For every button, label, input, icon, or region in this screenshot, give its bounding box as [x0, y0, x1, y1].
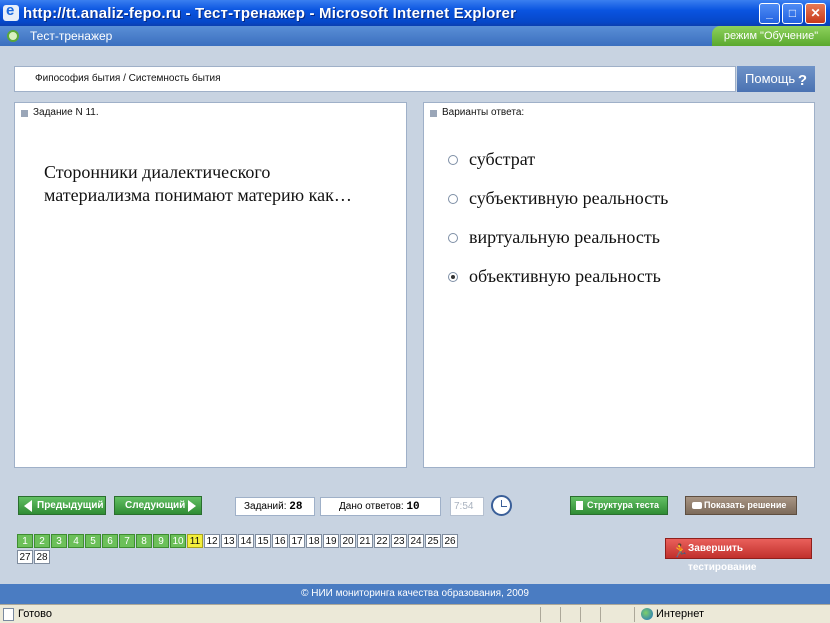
- zone-text: Интернет: [656, 608, 704, 620]
- tasks-counter-value: 28: [289, 501, 303, 513]
- status-separator: [540, 607, 541, 622]
- radio-button[interactable]: [448, 154, 458, 165]
- book-icon: [692, 502, 702, 509]
- question-number-25[interactable]: 25: [425, 534, 441, 548]
- question-number-22[interactable]: 22: [374, 534, 390, 548]
- runner-icon: 🏃: [672, 543, 689, 558]
- arrow-left-icon: [24, 500, 32, 512]
- window-title: http://tt.analiz-fepo.ru - Тест-тренажер…: [23, 4, 517, 22]
- question-number-17[interactable]: 17: [289, 534, 305, 548]
- task-heading-text: Задание N 11.: [33, 107, 99, 118]
- question-number-3[interactable]: 3: [51, 534, 67, 548]
- page-icon: [3, 608, 14, 621]
- status-bar: Готово Интернет: [0, 604, 830, 623]
- answers-panel: Варианты ответа: субстрат субъективную р…: [423, 102, 815, 468]
- ie-icon: [3, 2, 19, 21]
- clock-icon: [491, 495, 512, 516]
- answer-label: субъективную реальность: [469, 188, 669, 208]
- question-text: Сторонники диалектического материализма …: [44, 162, 352, 205]
- finish-test-button[interactable]: 🏃 Завершить тестирование: [665, 538, 812, 573]
- previous-label: Предыдущий: [37, 500, 104, 511]
- question-number-12[interactable]: 12: [204, 534, 220, 548]
- question-number-27[interactable]: 27: [17, 550, 33, 564]
- next-button[interactable]: Следующий: [114, 496, 202, 515]
- answered-counter-label: Дано ответов:: [339, 501, 404, 512]
- answer-option-3[interactable]: виртуальную реальность: [448, 227, 660, 248]
- answered-counter: Дано ответов: 10: [320, 497, 441, 516]
- question-number-6[interactable]: 6: [102, 534, 118, 548]
- document-icon: [576, 501, 583, 510]
- square-bullet-icon: [430, 110, 437, 117]
- tasks-counter-label: Заданий:: [244, 501, 287, 512]
- close-button[interactable]: ✕: [805, 3, 826, 24]
- task-heading: Задание N 11.: [15, 103, 406, 123]
- finish-test-label: Завершить тестирование: [688, 543, 757, 573]
- question-number-15[interactable]: 15: [255, 534, 271, 548]
- question-number-23[interactable]: 23: [391, 534, 407, 548]
- previous-button[interactable]: Предыдущий: [18, 496, 106, 515]
- answered-counter-value: 10: [406, 501, 420, 513]
- minimize-button[interactable]: _: [759, 3, 780, 24]
- question-number-11[interactable]: 11: [187, 534, 203, 548]
- question-mark-icon: ?: [797, 72, 807, 89]
- question-number-7[interactable]: 7: [119, 534, 135, 548]
- next-label: Следующий: [125, 500, 186, 511]
- question-number-26[interactable]: 26: [442, 534, 458, 548]
- footer-copyright: © НИИ мониторинга качества образования, …: [0, 584, 830, 604]
- question-number-4[interactable]: 4: [68, 534, 84, 548]
- window-title-bar[interactable]: http://tt.analiz-fepo.ru - Тест-тренажер…: [0, 0, 830, 26]
- answer-option-4[interactable]: объективную реальность: [448, 266, 661, 287]
- radio-button[interactable]: [448, 232, 458, 243]
- test-structure-button[interactable]: Структура теста: [570, 496, 668, 515]
- tasks-counter: Заданий: 28: [235, 497, 315, 516]
- question-number-5[interactable]: 5: [85, 534, 101, 548]
- status-separator: [634, 607, 635, 622]
- window-controls: _ □ ✕: [759, 3, 826, 24]
- help-label: Помощь: [745, 71, 796, 86]
- mode-badge: режим "Обучение": [712, 26, 830, 46]
- app-title: Тест-тренажер: [30, 29, 113, 43]
- status-separator: [560, 607, 561, 622]
- square-bullet-icon: [21, 110, 28, 117]
- question-number-21[interactable]: 21: [357, 534, 373, 548]
- question-number-9[interactable]: 9: [153, 534, 169, 548]
- radio-button-checked[interactable]: [448, 271, 458, 282]
- status-separator: [580, 607, 581, 622]
- question-number-19[interactable]: 19: [323, 534, 339, 548]
- maximize-button[interactable]: □: [782, 3, 803, 24]
- question-number-20[interactable]: 20: [340, 534, 356, 548]
- answer-option-1[interactable]: субстрат: [448, 149, 535, 170]
- answer-label: виртуальную реальность: [469, 227, 660, 247]
- help-button[interactable]: Помощь ?: [737, 66, 815, 92]
- question-number-8[interactable]: 8: [136, 534, 152, 548]
- question-number-28[interactable]: 28: [34, 550, 50, 564]
- main-area: Фипософия бытия / Системность бытия Помо…: [0, 46, 830, 584]
- globe-icon: [641, 608, 653, 620]
- answers-heading: Варианты ответа:: [424, 103, 814, 123]
- question-number-16[interactable]: 16: [272, 534, 288, 548]
- status-separator: [600, 607, 601, 622]
- arrow-right-icon: [188, 500, 196, 512]
- app-logo-icon: [7, 30, 19, 42]
- question-number-2[interactable]: 2: [34, 534, 50, 548]
- question-number-14[interactable]: 14: [238, 534, 254, 548]
- question-number-13[interactable]: 13: [221, 534, 237, 548]
- question-number-10[interactable]: 10: [170, 534, 186, 548]
- status-text: Готово: [18, 608, 52, 620]
- breadcrumb: Фипософия бытия / Системность бытия: [14, 66, 736, 92]
- test-structure-label: Структура теста: [587, 500, 660, 510]
- answer-label: объективную реальность: [469, 266, 661, 286]
- question-number-18[interactable]: 18: [306, 534, 322, 548]
- timer-display: 7:54: [450, 497, 484, 516]
- show-solution-label: Показать решение: [704, 500, 787, 510]
- question-number-1[interactable]: 1: [17, 534, 33, 548]
- app-header: Тест-тренажер режим "Обучение": [0, 26, 830, 46]
- task-panel: Задание N 11. Сторонники диалектического…: [14, 102, 407, 468]
- radio-button[interactable]: [448, 193, 458, 204]
- answers-heading-text: Варианты ответа:: [442, 107, 525, 118]
- show-solution-button[interactable]: Показать решение: [685, 496, 797, 515]
- question-number-24[interactable]: 24: [408, 534, 424, 548]
- answer-option-2[interactable]: субъективную реальность: [448, 188, 668, 209]
- answer-label: субстрат: [469, 149, 536, 169]
